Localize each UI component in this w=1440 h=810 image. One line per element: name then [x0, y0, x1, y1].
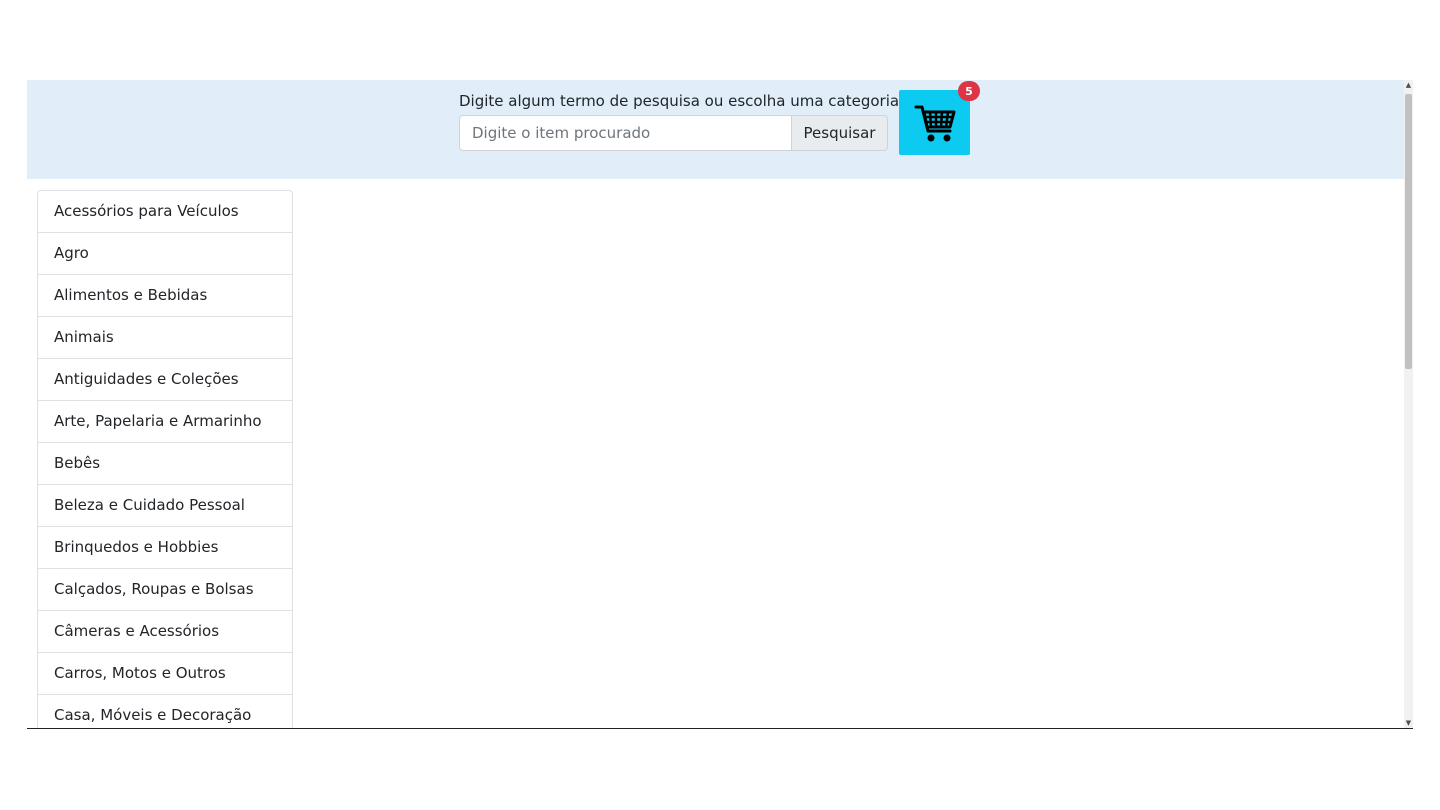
category-item[interactable]: Carros, Motos e Outros — [38, 653, 292, 695]
category-item[interactable]: Brinquedos e Hobbies — [38, 527, 292, 569]
vertical-scrollbar[interactable]: ▲ ▼ — [1404, 80, 1413, 728]
shopping-cart-icon — [914, 105, 955, 141]
category-item[interactable]: Bebês — [38, 443, 292, 485]
category-item[interactable]: Casa, Móveis e Decoração — [38, 695, 292, 728]
category-list: Acessórios para Veículos Agro Alimentos … — [37, 190, 293, 728]
category-item[interactable]: Beleza e Cuidado Pessoal — [38, 485, 292, 527]
category-item[interactable]: Calçados, Roupas e Bolsas — [38, 569, 292, 611]
category-item[interactable]: Acessórios para Veículos — [38, 191, 292, 233]
scroll-down-arrow-icon[interactable]: ▼ — [1404, 718, 1413, 728]
page-viewport: Digite algum termo de pesquisa ou escolh… — [27, 80, 1413, 729]
scrollbar-thumb[interactable] — [1405, 94, 1412, 369]
category-item[interactable]: Antiguidades e Coleções — [38, 359, 292, 401]
cart-button[interactable] — [899, 90, 970, 155]
category-item[interactable]: Alimentos e Bebidas — [38, 275, 292, 317]
category-item[interactable]: Arte, Papelaria e Armarinho — [38, 401, 292, 443]
category-item[interactable]: Animais — [38, 317, 292, 359]
search-group: Pesquisar — [459, 115, 888, 151]
cart-count-badge: 5 — [958, 81, 980, 101]
search-input[interactable] — [459, 115, 791, 151]
search-button[interactable]: Pesquisar — [791, 115, 888, 151]
search-header: Digite algum termo de pesquisa ou escolh… — [27, 80, 1404, 179]
scroll-up-arrow-icon[interactable]: ▲ — [1404, 80, 1413, 90]
category-item[interactable]: Câmeras e Acessórios — [38, 611, 292, 653]
category-item[interactable]: Agro — [38, 233, 292, 275]
search-instructions: Digite algum termo de pesquisa ou escolh… — [459, 92, 904, 110]
